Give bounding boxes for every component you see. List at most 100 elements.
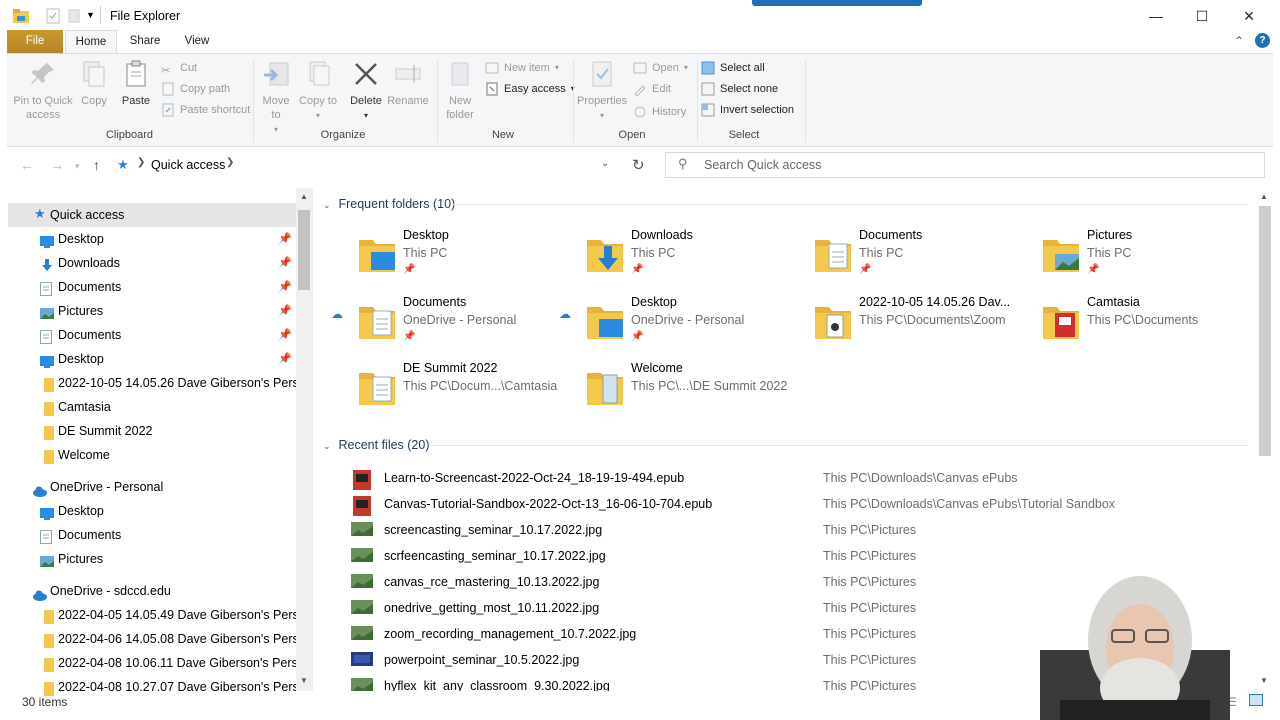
tab-share[interactable]: Share [121,30,169,54]
properties-qat-icon[interactable] [46,8,60,27]
file-name: canvas_rce_mastering_10.13.2022.jpg [384,575,600,589]
properties-button[interactable]: Properties ▾ [577,60,627,123]
nav-item[interactable]: Welcome [8,443,298,467]
frequent-folders-header[interactable]: ⌄ Frequent folders (10) [323,197,455,211]
nav-item[interactable]: 2022-04-08 10.06.11 Dave Giberson's Pers… [8,651,298,675]
new-folder-qat-icon[interactable] [68,8,80,27]
back-arrow-icon[interactable]: ← [20,157,34,173]
nav-item[interactable]: Desktop 📌 [8,227,298,251]
folder-tile[interactable]: Welcome This PC\...\DE Summit 2022 [575,361,795,421]
address-box[interactable]: ★ ❯ Quick access ❯ ⌄ [110,152,622,178]
desktop-icon [40,352,54,368]
folder-tile[interactable]: Desktop This PC 📌 [347,228,567,288]
recent-file-row[interactable]: Canvas-Tutorial-Sandbox-2022-Oct-13_16-0… [351,492,1251,518]
recent-files-header[interactable]: ⌄ Recent files (20) [323,438,430,452]
nav-item[interactable]: Downloads 📌 [8,251,298,275]
select-all-button[interactable]: Select all [701,58,765,78]
delete-button[interactable]: Delete ▾ [347,60,385,123]
open-button[interactable]: Open ▾ [633,58,688,78]
tab-file[interactable]: File [7,30,63,54]
nav-item[interactable]: Desktop [8,499,298,523]
recent-file-row[interactable]: scrfeencasting_seminar_10.17.2022.jpg Thi… [351,544,1251,570]
select-none-button[interactable]: Select none [701,79,778,99]
pin-icon[interactable]: 📌 [278,251,292,275]
tab-home[interactable]: Home [65,30,117,54]
breadcrumb-chevron-icon[interactable]: ❯ [226,157,234,168]
nav-item[interactable]: Documents 📌 [8,323,298,347]
folder-tile[interactable]: Pictures This PC 📌 [1031,228,1251,288]
nav-item[interactable]: Documents 📌 [8,275,298,299]
pin-icon[interactable]: 📌 [278,227,292,251]
help-icon[interactable]: ? [1255,33,1270,48]
pin-quick-access-button[interactable]: Pin to Quick access [13,60,73,122]
paste-button[interactable]: Paste [119,60,153,108]
folder-tile[interactable]: Downloads This PC 📌 [575,228,795,288]
nav-quick-access[interactable]: ★ Quick access [8,203,298,227]
pin-icon[interactable]: 📌 [278,275,292,299]
scroll-up-icon[interactable]: ▲ [1260,192,1268,201]
edit-button[interactable]: Edit [633,79,671,99]
cut-button[interactable]: ✂ Cut [161,58,197,78]
nav-onedrive-sdccd[interactable]: OneDrive - sdccd.edu [8,579,298,603]
nav-onedrive-personal[interactable]: OneDrive - Personal [8,475,298,499]
nav-item[interactable]: Camtasia [8,395,298,419]
nav-scrollbar[interactable]: ▲ ▼ [296,188,313,691]
rename-button[interactable]: Rename [387,60,429,108]
nav-item[interactable]: 2022-04-05 14.05.49 Dave Giberson's Pers… [8,603,298,627]
copy-to-button[interactable]: Copy to ▾ [299,60,337,123]
scroll-thumb[interactable] [1259,206,1271,456]
scroll-down-icon[interactable]: ▼ [300,676,308,685]
new-item-button[interactable]: New item ▾ [485,58,559,78]
large-icons-view-icon[interactable] [1249,694,1263,706]
move-to-button[interactable]: Move to ▾ [257,60,295,137]
scroll-down-icon[interactable]: ▼ [1260,676,1268,685]
nav-item[interactable]: Desktop 📌 [8,347,298,371]
new-folder-button[interactable]: New folder [443,60,477,122]
nav-item[interactable]: 2022-10-05 14.05.26 Dave Giberson's Pers… [8,371,298,395]
folder-tile[interactable]: Camtasia This PC\Documents [1031,295,1251,355]
recent-file-row[interactable]: screencasting_seminar_10.17.2022.jpg This… [351,518,1251,544]
collapse-ribbon-icon[interactable]: ⌃ [1234,34,1244,48]
folder-tile[interactable]: 2022-10-05 14.05.26 Dav... This PC\Docume… [803,295,1023,355]
history-button[interactable]: History [633,102,686,122]
pin-icon: 📌 [631,264,644,275]
close-button[interactable]: × [1226,0,1272,32]
recent-locations-icon[interactable]: ▾ [75,161,80,172]
pin-icon: 📌 [403,264,416,275]
maximize-button[interactable]: ☐ [1179,0,1225,32]
nav-item[interactable]: Pictures [8,547,298,571]
folder-name: Welcome [631,361,683,375]
ribbon-separator [437,60,438,142]
paste-shortcut-button[interactable]: Paste shortcut [161,100,250,120]
folder-tile[interactable]: ☁ Documents OneDrive - Personal 📌 [331,295,567,355]
recent-file-row[interactable]: Learn-to-Screencast-2022-Oct-24_18-19-19… [351,466,1251,492]
nav-item[interactable]: Pictures 📌 [8,299,298,323]
content-scrollbar[interactable]: ▲ ▼ [1257,188,1274,691]
search-input[interactable]: ⚲ Search Quick access [665,152,1265,178]
nav-item[interactable]: DE Summit 2022 [8,419,298,443]
tab-view[interactable]: View [174,30,220,54]
qat-dropdown-icon[interactable]: ▼ [86,10,95,20]
nav-label: Pictures [58,304,104,318]
refresh-icon[interactable]: ↻ [632,156,645,174]
folder-tile[interactable]: DE Summit 2022 This PC\Docum...\Camtasia [347,361,567,421]
copy-button[interactable]: Copy [77,60,111,108]
nav-item[interactable]: Documents [8,523,298,547]
minimize-button[interactable]: — [1133,0,1179,32]
address-dropdown-icon[interactable]: ⌄ [601,158,609,169]
pin-icon[interactable]: 📌 [278,323,292,347]
forward-arrow-icon[interactable]: → [50,157,64,173]
scroll-up-icon[interactable]: ▲ [300,192,308,201]
folder-tile[interactable]: ☁ Desktop OneDrive - Personal 📌 [559,295,795,355]
breadcrumb-quick-access[interactable]: Quick access [151,158,225,172]
up-arrow-icon[interactable]: ↑ [93,157,100,173]
easy-access-button[interactable]: Easy access▾ [485,79,575,99]
pin-icon[interactable]: 📌 [278,347,292,371]
copy-path-button[interactable]: Copy path [161,79,230,99]
pin-icon[interactable]: 📌 [278,299,292,323]
folder-tile[interactable]: Documents This PC 📌 [803,228,1023,288]
folder-name: DE Summit 2022 [403,361,498,375]
nav-item[interactable]: 2022-04-06 14.05.08 Dave Giberson's Pers… [8,627,298,651]
scroll-thumb[interactable] [298,210,310,290]
invert-selection-button[interactable]: Invert selection [701,100,794,120]
